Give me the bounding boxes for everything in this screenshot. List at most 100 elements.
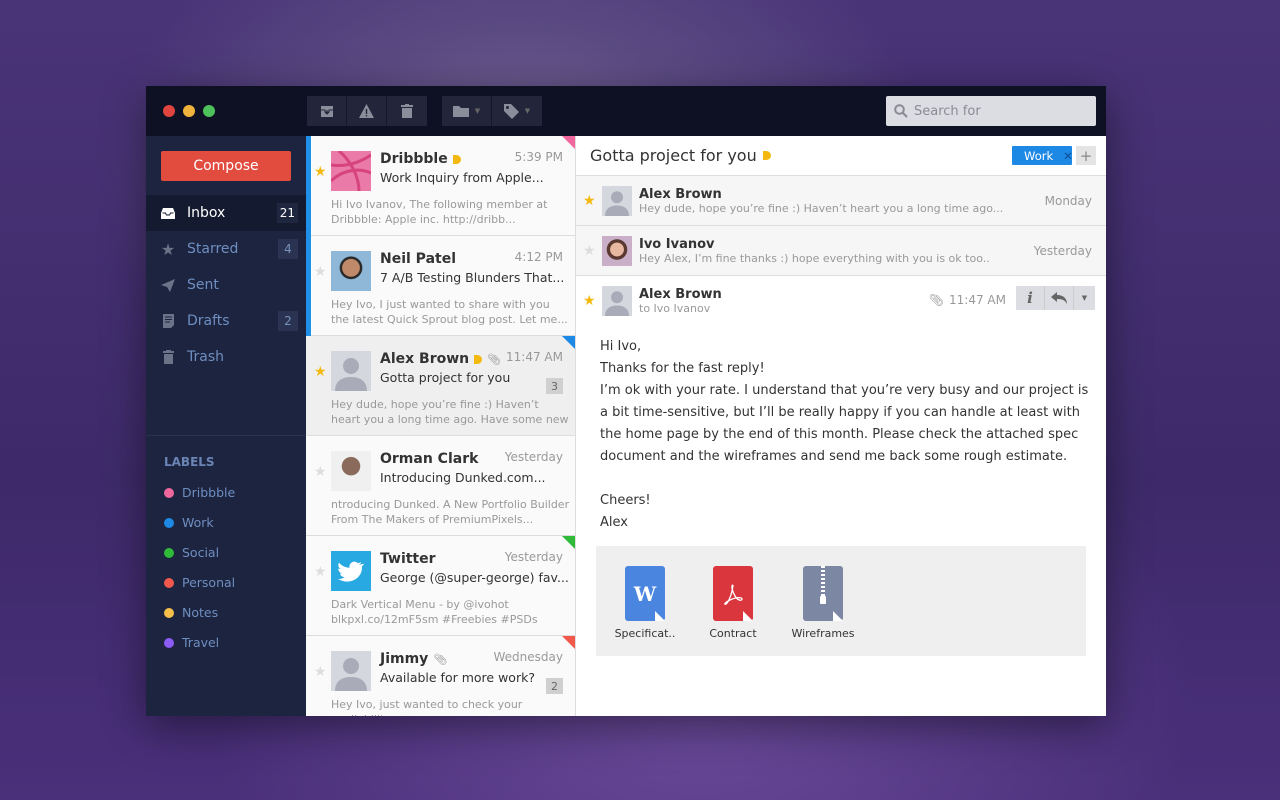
delete-button[interactable] xyxy=(387,96,427,126)
message-preview: Hey dude, hope you’re fine :) Haven’t he… xyxy=(639,202,1004,215)
trash-icon xyxy=(401,104,413,118)
star-icon[interactable]: ★ xyxy=(583,293,596,309)
more-actions-dropdown[interactable]: ▼ xyxy=(1074,286,1095,310)
label-dribbble[interactable]: Dribbble xyxy=(164,485,235,500)
label-travel[interactable]: Travel xyxy=(164,635,219,650)
sidebar-item-drafts[interactable]: Drafts 2 xyxy=(146,303,306,339)
attachment-icon: 📎︎ xyxy=(433,652,448,666)
reply-icon xyxy=(1051,292,1067,304)
close-window-button[interactable] xyxy=(163,105,175,117)
add-label-button[interactable]: + xyxy=(1076,146,1096,165)
star-icon[interactable]: ★ xyxy=(314,464,327,480)
message-time: Yesterday xyxy=(504,550,563,564)
star-icon: ★ xyxy=(160,239,176,259)
label-personal[interactable]: Personal xyxy=(164,575,235,590)
star-icon[interactable]: ★ xyxy=(314,664,327,680)
message-preview: Hi Ivo Ivanov, The following member at D… xyxy=(331,198,548,226)
attachment-contract[interactable]: Contract xyxy=(693,566,773,640)
sidebar-item-sent[interactable]: Sent xyxy=(146,267,306,303)
move-to-folder-button[interactable]: ▼ xyxy=(442,96,492,126)
label-dot xyxy=(164,517,174,528)
sender-name: Alex Brown xyxy=(380,351,470,367)
message-preview: Hey dude, hope you’re fine :) Haven’t he… xyxy=(331,398,569,426)
sidebar-item-inbox[interactable]: Inbox 21 xyxy=(146,195,306,231)
word-file-icon: W xyxy=(625,566,665,621)
label-name: Notes xyxy=(182,605,219,620)
avatar xyxy=(331,451,371,491)
message-item[interactable]: ★ Jimmy 📎︎ Wednesday Available for more work… xyxy=(306,636,575,716)
message-preview: Dark Vertical Menu - by @ivohot blkpxl.c… xyxy=(331,598,538,626)
chevron-down-icon: ▼ xyxy=(474,107,481,115)
label-name: Dribbble xyxy=(182,485,236,500)
message-item[interactable]: ★ Alex Brown 📎︎ 11:47 AM Gotta project for y… xyxy=(306,336,575,436)
label-corner xyxy=(562,136,575,150)
message-preview: Hey Alex, I’m fine thanks :) hope everyt… xyxy=(639,252,990,265)
sender-name: Jimmy xyxy=(380,651,429,667)
report-spam-button[interactable] xyxy=(347,96,387,126)
label-name: Travel xyxy=(182,635,220,650)
sender-name: Dribbble xyxy=(380,151,448,167)
avatar xyxy=(602,186,632,216)
chevron-down-icon: ▼ xyxy=(1081,294,1088,302)
message-time: 5:39 PM xyxy=(514,150,563,164)
label-work[interactable]: Work xyxy=(164,515,214,530)
message-item[interactable]: ★ Dribbble 5:39 PM Work Inquiry from Apple.… xyxy=(306,136,575,236)
sender-name: Alex Brown xyxy=(639,287,722,302)
message-subject: Introducing Dunked.com... xyxy=(380,470,546,485)
label-dot xyxy=(164,577,174,588)
compose-button[interactable]: Compose xyxy=(161,151,291,181)
work-label-chip[interactable]: Work ✕ xyxy=(1012,146,1073,165)
body-paragraph: Alex xyxy=(600,515,628,530)
star-icon[interactable]: ★ xyxy=(314,564,327,580)
organize-actions: ▼ ▼ xyxy=(442,96,542,126)
info-button[interactable]: i xyxy=(1016,286,1045,310)
label-button[interactable]: ▼ xyxy=(492,96,542,126)
attachment-specification[interactable]: W Specificat.. xyxy=(605,566,685,640)
message-subject: Gotta project for you xyxy=(380,370,511,385)
message-actions: i ▼ xyxy=(1016,286,1095,310)
label-notes[interactable]: Notes xyxy=(164,605,218,620)
label-dot xyxy=(164,487,174,498)
draft-icon xyxy=(162,314,174,328)
message-time: Yesterday xyxy=(504,450,563,464)
label-social[interactable]: Social xyxy=(164,545,219,560)
attachment-wireframes[interactable]: Wireframes xyxy=(783,566,863,640)
message-time: Wednesday xyxy=(493,650,563,664)
default-avatar-icon xyxy=(602,286,632,316)
thread-message[interactable]: ★ Alex Brown Hey dude, hope you’re fine … xyxy=(576,176,1106,226)
reply-button[interactable] xyxy=(1045,286,1074,310)
label-chip-text: Work xyxy=(1024,148,1054,163)
divider xyxy=(146,435,306,436)
count-badge: 2 xyxy=(278,311,298,331)
remove-label-icon[interactable]: ✕ xyxy=(1063,149,1073,163)
archive-icon xyxy=(320,106,333,117)
sidebar-item-trash[interactable]: Trash xyxy=(146,339,306,375)
unread-indicator xyxy=(306,136,311,236)
message-item[interactable]: ★ Orman Clark Yesterday Introducing Dunked.… xyxy=(306,436,575,536)
archive-button[interactable] xyxy=(307,96,347,126)
pdf-file-icon xyxy=(713,566,753,621)
zip-file-icon xyxy=(803,566,843,621)
tag-icon xyxy=(503,103,519,119)
search-input[interactable] xyxy=(914,103,1084,119)
message-actions xyxy=(307,96,427,126)
minimize-window-button[interactable] xyxy=(183,105,195,117)
star-icon[interactable]: ★ xyxy=(583,193,596,209)
star-icon[interactable]: ★ xyxy=(583,243,596,259)
folder-nav: Inbox 21 ★ Starred 4 Sent Drafts 2 Trash xyxy=(146,195,306,375)
star-icon[interactable]: ★ xyxy=(314,264,327,280)
message-item[interactable]: ★ Neil Patel 4:12 PM 7 A/B Testing Blunders… xyxy=(306,236,575,336)
maximize-window-button[interactable] xyxy=(203,105,215,117)
label-name: Social xyxy=(182,545,220,560)
message-time: 11:47 AM xyxy=(949,293,1006,307)
star-icon[interactable]: ★ xyxy=(314,364,327,380)
message-item[interactable]: ★ Twitter Yesterday George (@super-george) … xyxy=(306,536,575,636)
thread-message[interactable]: ★ Ivo Ivanov Hey Alex, I’m fine thanks :… xyxy=(576,226,1106,276)
recipient: to Ivo Ivanov xyxy=(639,302,711,315)
star-icon[interactable]: ★ xyxy=(314,164,327,180)
sidebar-item-starred[interactable]: ★ Starred 4 xyxy=(146,231,306,267)
sender-name: Neil Patel xyxy=(380,251,457,267)
body-paragraph: Cheers! xyxy=(600,493,651,508)
sender-name: Twitter xyxy=(380,551,436,567)
message-time: 11:47 AM xyxy=(506,350,563,364)
